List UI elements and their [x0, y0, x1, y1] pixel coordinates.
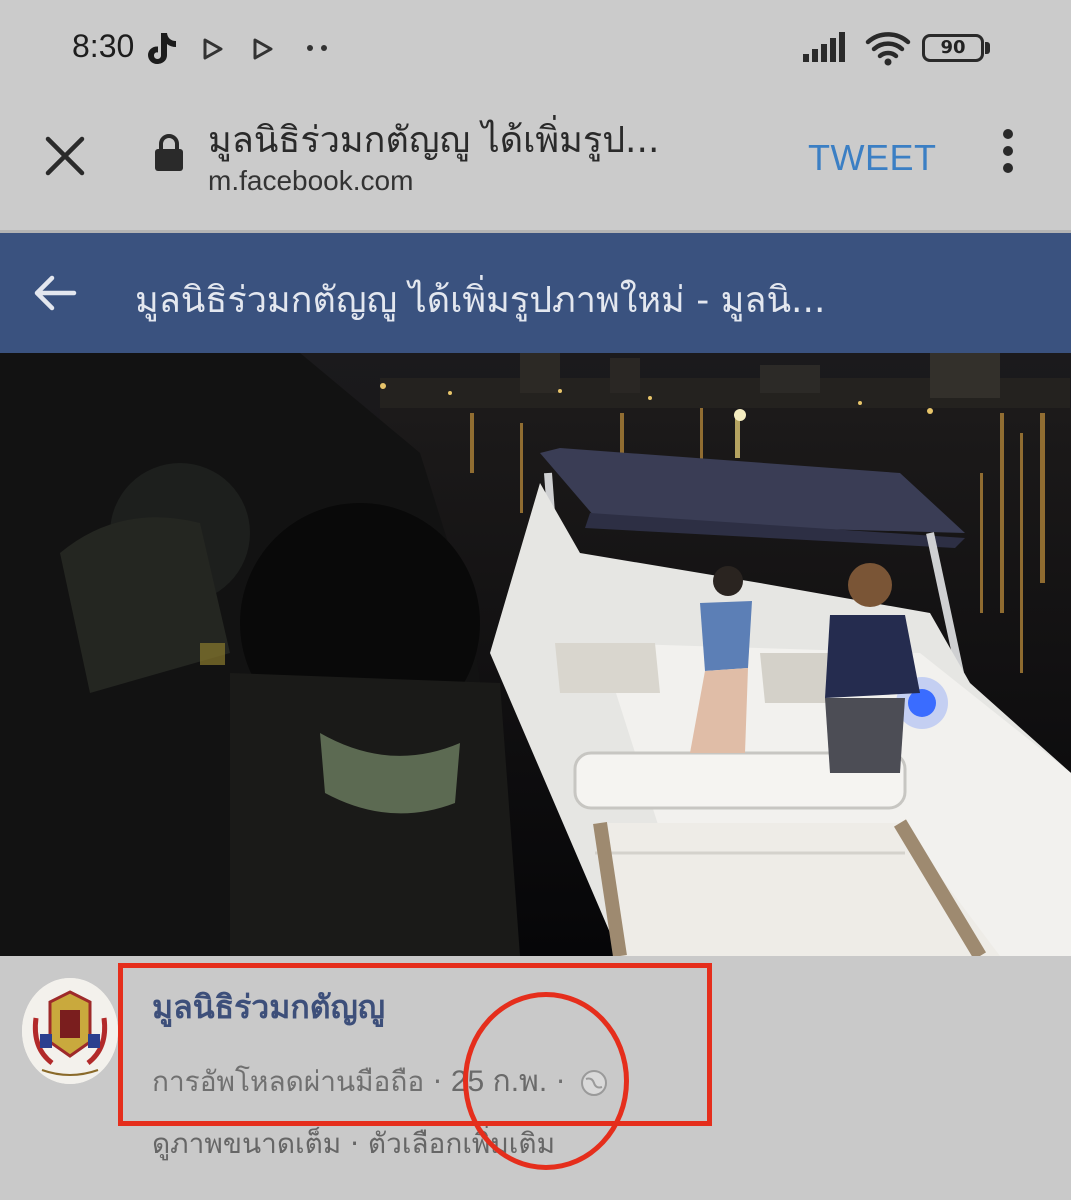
facebook-header-title: มูลนิธิร่วมกตัญญู ได้เพิ่มรูปภาพใหม่ - ม… — [135, 280, 826, 321]
tweet-button[interactable]: TWEET — [808, 137, 936, 179]
photo-boat-scene — [0, 353, 1071, 956]
post-photo[interactable] — [0, 353, 1071, 956]
page-title: มูลนิธิร่วมกตัญญู ได้เพิ่มรูป... — [208, 120, 660, 161]
more-menu-icon[interactable] — [996, 129, 1020, 179]
back-arrow-icon[interactable] — [32, 273, 80, 313]
status-bar: 8:30 90 — [0, 0, 1071, 95]
battery-tip — [985, 42, 990, 54]
status-time: 8:30 — [72, 28, 135, 64]
lock-icon — [155, 134, 183, 171]
page-url[interactable]: m.facebook.com — [208, 165, 413, 197]
battery-level: 90 — [940, 37, 966, 58]
battery-icon: 90 — [922, 34, 984, 62]
play-store-icon — [203, 38, 223, 60]
custom-tab-toolbar: มูลนิธิร่วมกตัญญู ได้เพิ่มรูป... m.faceb… — [0, 95, 1071, 233]
facebook-header: มูลนิธิร่วมกตัญญู ได้เพิ่มรูปภาพใหม่ - ม… — [0, 233, 1071, 353]
play-store-icon — [253, 38, 273, 60]
foundation-logo — [22, 978, 118, 1084]
signal-icon — [803, 32, 845, 62]
tiktok-icon — [148, 33, 176, 64]
wifi-icon — [865, 32, 911, 66]
close-icon[interactable] — [40, 131, 90, 181]
view-full-size-link[interactable]: ดูภาพขนาดเต็ม — [152, 1127, 341, 1160]
annotation-circle — [463, 992, 629, 1170]
action-separator: · — [341, 1127, 368, 1160]
page-avatar[interactable] — [22, 978, 118, 1084]
more-dots-icon — [307, 45, 327, 51]
